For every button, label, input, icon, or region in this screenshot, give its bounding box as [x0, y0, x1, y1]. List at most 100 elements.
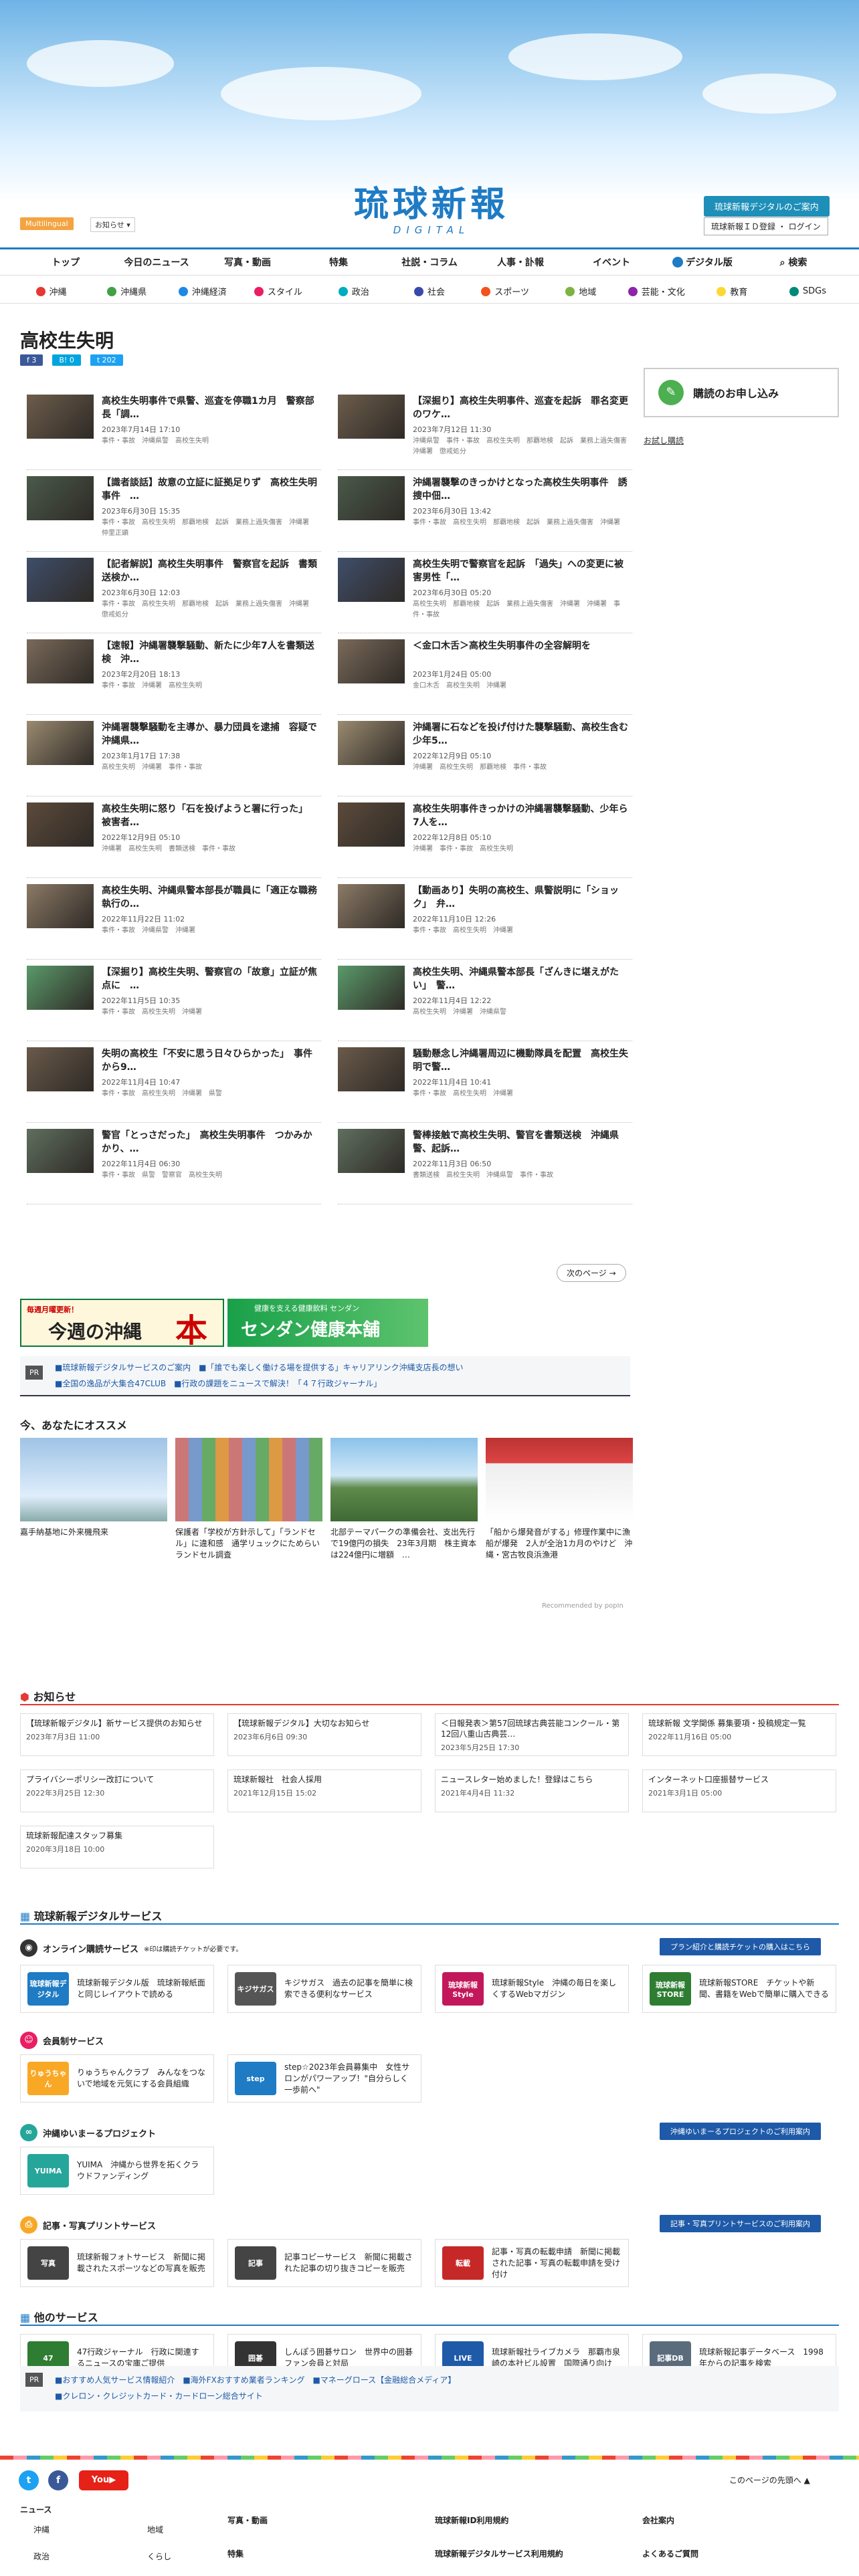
service-card[interactable]: step step☆2023年会員募集中 女性サロンがパワーアップ！"自分らしく一… [227, 2054, 421, 2103]
recommend-item[interactable]: 保護者「学校が方針示して」「ランドセル」に違和感 通学リュックにためらい ランド… [175, 1438, 328, 1561]
nav-photo[interactable]: 写真・動画 [202, 255, 293, 269]
notice-item[interactable]: ニュースレター始めました！登録はこちら 2021年4月4日 11:32 [435, 1769, 629, 1812]
article-card[interactable]: 警官「とっさだった」 高校生失明事件 つかみかかり、… 2022年11月4日 06… [27, 1129, 321, 1209]
article-card[interactable]: 高校生失明事件で県警、巡査を停職1カ月 警察部長「調… 2023年7月14日 17… [27, 395, 321, 475]
mail-share-button[interactable]: ✉ 共有する [132, 355, 217, 366]
footer-link[interactable]: 特集 [227, 2548, 244, 2559]
nav-top[interactable]: トップ [20, 255, 111, 269]
category-nav-item[interactable]: 教育 [694, 285, 770, 298]
service-card[interactable]: キジサガス キジサガス 過去の記事を簡単に検索できる便利なサービス [227, 1965, 421, 2013]
service-logo: 転載 [442, 2246, 484, 2280]
multilingual-button[interactable]: Multilingual [20, 217, 74, 230]
footer-link[interactable]: よくあるご質問 [642, 2548, 698, 2559]
article-card[interactable]: 高校生失明事件きっかけの沖縄署襲撃騒動、少年ら7人を… 2022年12月8日 05… [338, 802, 632, 883]
digital-guide-button[interactable]: 琉球新報デジタルのご案内 [704, 196, 830, 217]
subscribe-box[interactable]: ✎ 購読のお申し込み [644, 368, 839, 417]
article-card[interactable]: 【識者談話】故意の立証に証拠足りず 高校生失明事件 … 2023年6月30日 15… [27, 476, 321, 556]
banner-weekly-okinawa[interactable]: 毎週月曜更新！ 今週の沖縄 本 [20, 1299, 224, 1350]
pr-link-2[interactable]: ■全国の逸品が大集合47CLUB ■行政の課題をニュースで解決！「４７行政ジャー… [55, 1378, 381, 1389]
article-card[interactable]: 【速報】沖縄署襲撃騒動、新たに少年7人を書類送検 沖… 2023年2月20日 18… [27, 639, 321, 720]
print-guide-button[interactable]: 記事・写真プリントサービスのご利用案内 [660, 2215, 821, 2232]
category-nav-item[interactable]: SDGs [770, 286, 846, 296]
article-card[interactable]: 失明の高校生「不安に思う日々ひらかった」 事件から9… 2022年11月4日 10… [27, 1047, 321, 1128]
article-card[interactable]: 【動画あり】失明の高校生、県警説明に「ショック」 弁… 2022年11月10日 1… [338, 884, 632, 964]
footer-link[interactable]: 琉球新報デジタルサービス利用規約 [435, 2548, 563, 2559]
notice-item[interactable]: 【琉球新報デジタル】大切なお知らせ 2023年6月6日 09:30 [227, 1713, 421, 1756]
notice-title: ニュースレター始めました！登録はこちら [441, 1775, 593, 1784]
trial-link[interactable]: お試し購読 [644, 435, 684, 446]
notice-item[interactable]: 琉球新報社 社会人採用 2021年12月15日 15:02 [227, 1769, 421, 1812]
category-nav-item[interactable]: 芸能・文化 [619, 285, 694, 298]
category-nav-item[interactable]: 沖縄 [13, 285, 89, 298]
footer-link[interactable]: 地域 [147, 2524, 163, 2535]
article-card[interactable]: 高校生失明、沖縄県警本部長「ざんきに堪えがたい」 警… 2022年11月4日 12… [338, 966, 632, 1046]
yuima-guide-button[interactable]: 沖縄ゆいまーるプロジェクトのご利用案内 [660, 2123, 821, 2140]
recommend-item[interactable]: 北部テーマパークの準備会社、支出先行で19億円の損失 23年3月期 株主資本は2… [330, 1438, 478, 1561]
article-card[interactable]: 高校生失明、沖縄県警本部長が職員に「適正な職務執行の… 2022年11月22日 1… [27, 884, 321, 964]
service-card[interactable]: 記事 記事コピーサービス 新聞に掲載された記事の切り抜きコピーを販売 [227, 2239, 421, 2287]
nav-digital[interactable]: デジタル版 [657, 255, 748, 269]
service-card[interactable]: YUIMA YUIMA 沖縄から世界を拓くクラウドファンディング [20, 2147, 214, 2195]
article-card[interactable]: 騒動懸念し沖縄署周辺に機動隊員を配置 高校生失明で警… 2022年11月4日 10… [338, 1047, 632, 1128]
footer-link[interactable]: 写真・動画 [227, 2514, 268, 2526]
footer-link[interactable]: 琉球新報ID利用規約 [435, 2514, 508, 2526]
facebook-icon[interactable]: f [48, 2470, 68, 2490]
twitter-share-button[interactable]: t 202 [90, 354, 123, 366]
site-logo[interactable]: 琉球新報 DIGITAL [331, 185, 532, 237]
online-plan-button[interactable]: プラン紹介と購読チケットの購入はこちら [660, 1938, 821, 1955]
service-card[interactable]: 琉球新報デジタル 琉球新報デジタル版 琉球新報紙面と同じレイアウトで読める [20, 1965, 214, 2013]
notice-item[interactable]: 琉球新報配達スタッフ募集 2020年3月18日 10:00 [20, 1826, 214, 1868]
hatena-share-button[interactable]: B! 0 [52, 354, 81, 366]
service-card[interactable]: 琉球新報Style 琉球新報Style 沖縄の毎日を楽しくするWebマガジン [435, 1965, 629, 2013]
pr-link-4[interactable]: ■クレロン・クレジットカード・カードローン総合サイト [55, 2390, 263, 2401]
article-card[interactable]: 高校生失明で警察官を起訴 「過失」への変更に被害男性「… 2023年6月30日 0… [338, 558, 632, 638]
nav-event[interactable]: イベント [566, 255, 657, 269]
category-nav-item[interactable]: 政治 [316, 285, 391, 298]
youtube-icon[interactable]: You▶ [79, 2470, 128, 2490]
service-card[interactable]: りゅうちゃん りゅうちゃんクラブ みんなをつないで地域を元気にする会員組織 [20, 2054, 214, 2103]
article-card[interactable]: 沖縄署に石などを投げ付けた襲撃騒動、高校生含む少年5… 2022年12月9日 05… [338, 721, 632, 801]
service-card[interactable]: 写真 琉球新報フォトサービス 新聞に掲載されたスポーツなどの写真を販売 [20, 2239, 214, 2287]
pr-link-3[interactable]: ■おすすめ人気サービス情報紹介 ■海外FXおすすめ業者ランキング ■マネーグロー… [55, 2374, 456, 2385]
notice-item[interactable]: 【琉球新報デジタル】新サービス提供のお知らせ 2023年7月3日 11:00 [20, 1713, 214, 1756]
service-card[interactable]: 転載 記事・写真の転載申請 新聞に掲載された記事・写真の転載申請を受け付け [435, 2239, 629, 2287]
notice-item[interactable]: 琉球新報 文学関係 募集要項・投稿規定一覧 2022年11月16日 05:00 [642, 1713, 836, 1756]
article-card[interactable]: 【深掘り】高校生失明、警察官の「故意」立証が焦点に … 2022年11月5日 10… [27, 966, 321, 1046]
category-nav-item[interactable]: 沖縄県 [89, 285, 165, 298]
twitter-icon[interactable]: t [19, 2470, 39, 2490]
nav-search[interactable]: ⌕ 検索 [748, 255, 839, 269]
category-nav-item[interactable]: 社会 [391, 285, 467, 298]
banner-sendan[interactable]: 健康を支える健康飲料 センダン センダン健康本舗 [227, 1299, 428, 1347]
category-nav-item[interactable]: スタイル [240, 285, 316, 298]
nav-feature[interactable]: 特集 [293, 255, 384, 269]
nav-editorial[interactable]: 社説・コラム [384, 255, 475, 269]
facebook-share-button[interactable]: f 3 [20, 354, 43, 366]
article-card[interactable]: 沖縄署襲撃のきっかけとなった高校生失明事件 誘捜中佃… 2023年6月30日 13… [338, 476, 632, 556]
recommend-item[interactable]: 「船から爆発音がする」修理作業中に漁船が爆発 2人が全治1カ月のやけど 沖縄・宮… [486, 1438, 633, 1561]
footer-link[interactable]: 会社案内 [642, 2514, 674, 2526]
next-page-button[interactable]: 次のページ → [557, 1264, 626, 1282]
footer-link[interactable]: 沖縄 [33, 2524, 50, 2535]
category-nav-item[interactable]: 地域 [543, 285, 619, 298]
article-card[interactable]: 【深掘り】高校生失明事件、巡査を起訴 罪名変更のワケ… 2023年7月12日 11… [338, 395, 634, 475]
article-card[interactable]: 沖縄署襲撃騒動を主導か、暴力団員を逮捕 容疑で沖縄県… 2023年1月17日 17… [27, 721, 321, 801]
notice-item[interactable]: インターネット口座振替サービス 2021年3月1日 05:00 [642, 1769, 836, 1812]
article-card[interactable]: ＜金口木舌＞高校生失明事件の全容解明を 2023年1月24日 05:00 金口木舌 … [338, 639, 632, 720]
article-card[interactable]: 高校生失明に怒り「石を投げようと署に行った」 被害者… 2022年12月9日 05… [27, 802, 321, 883]
nav-personnel[interactable]: 人事・訃報 [475, 255, 566, 269]
notice-item[interactable]: プライバシーポリシー改訂について 2022年3月25日 12:30 [20, 1769, 214, 1812]
footer-link[interactable]: くらし [147, 2551, 171, 2562]
notice-select[interactable]: お知らせ ▾ [90, 217, 135, 232]
category-nav-item[interactable]: スポーツ [468, 285, 543, 298]
service-card[interactable]: 琉球新報STORE 琉球新報STORE チケットや新聞、書籍をWebで簡単に購入で… [642, 1965, 836, 2013]
footer-link[interactable]: 政治 [33, 2551, 50, 2562]
back-to-top-link[interactable]: このページの先頭へ ▲ [729, 2474, 810, 2486]
recommend-item[interactable]: 嘉手納基地に外来機飛来 [20, 1438, 167, 1538]
article-card[interactable]: 警棒接触で高校生失明、警官を書類送検 沖縄県警、起訴… 2022年11月3日 06… [338, 1129, 632, 1209]
article-card[interactable]: 【記者解説】高校生失明事件 警察官を起訴 書類送検か… 2023年6月30日 12… [27, 558, 321, 638]
category-nav-item[interactable]: 沖縄経済 [165, 285, 240, 298]
pr-link-1[interactable]: ■琉球新報デジタルサービスのご案内 ■「誰でも楽しく働ける場を提供する」キャリア… [55, 1362, 463, 1373]
id-login-button[interactable]: 琉球新報ＩＤ登録 ・ ログイン [704, 217, 828, 235]
nav-today[interactable]: 今日のニュース [111, 255, 202, 269]
notice-item[interactable]: ＜日報発表＞第57回琉球古典芸能コンクール・第12回八重山古典芸… 2023年5月… [435, 1713, 629, 1756]
